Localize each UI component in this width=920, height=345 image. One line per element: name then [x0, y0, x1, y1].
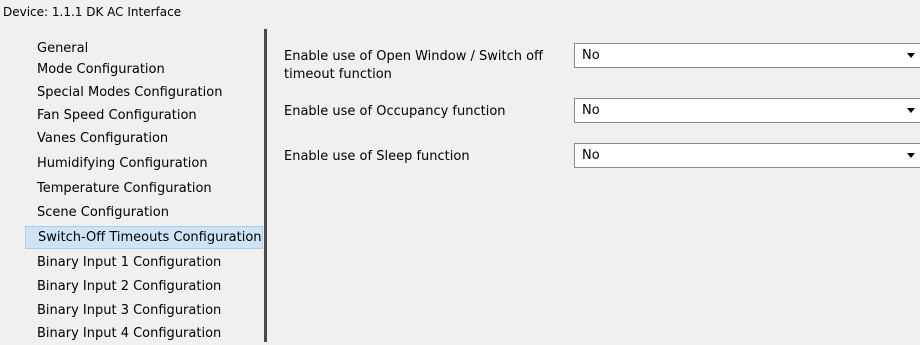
chevron-down-icon [907, 108, 915, 113]
sidebar-item-scene-configuration[interactable]: Scene Configuration [25, 201, 169, 224]
sidebar-item-binary-input-1-configuration[interactable]: Binary Input 1 Configuration [25, 251, 221, 274]
sidebar-item-switch-off-timeouts-configuration[interactable]: Switch-Off Timeouts Configuration [25, 226, 263, 249]
open-window-label: Enable use of Open Window / Switch off t… [284, 49, 543, 82]
chevron-down-icon [907, 53, 915, 58]
sidebar-item-temperature-configuration[interactable]: Temperature Configuration [25, 177, 212, 200]
sidebar: General Mode Configuration Special Modes… [0, 26, 264, 342]
open-window-select-value: No [582, 48, 600, 63]
occupancy-select[interactable]: No [574, 98, 920, 123]
sidebar-item-mode-configuration[interactable]: Mode Configuration [25, 58, 165, 81]
open-window-select[interactable]: No [574, 43, 920, 68]
parameters-panel: Enable use of Open Window / Switch off t… [267, 26, 920, 342]
sidebar-item-general[interactable]: General [25, 37, 88, 60]
sleep-select[interactable]: No [574, 143, 920, 168]
sleep-select-value: No [582, 148, 600, 163]
chevron-down-icon [907, 153, 915, 158]
occupancy-label: Enable use of Occupancy function [284, 104, 506, 119]
occupancy-select-value: No [582, 103, 600, 118]
sidebar-item-fan-speed-configuration[interactable]: Fan Speed Configuration [25, 104, 197, 127]
device-title: Device: 1.1.1 DK AC Interface [3, 5, 182, 19]
sleep-label: Enable use of Sleep function [284, 149, 470, 164]
sidebar-item-binary-input-2-configuration[interactable]: Binary Input 2 Configuration [25, 275, 221, 298]
sidebar-item-humidifying-configuration[interactable]: Humidifying Configuration [25, 152, 208, 175]
sidebar-item-binary-input-3-configuration[interactable]: Binary Input 3 Configuration [25, 299, 221, 322]
sidebar-item-special-modes-configuration[interactable]: Special Modes Configuration [25, 81, 222, 104]
sidebar-item-vanes-configuration[interactable]: Vanes Configuration [25, 127, 168, 150]
